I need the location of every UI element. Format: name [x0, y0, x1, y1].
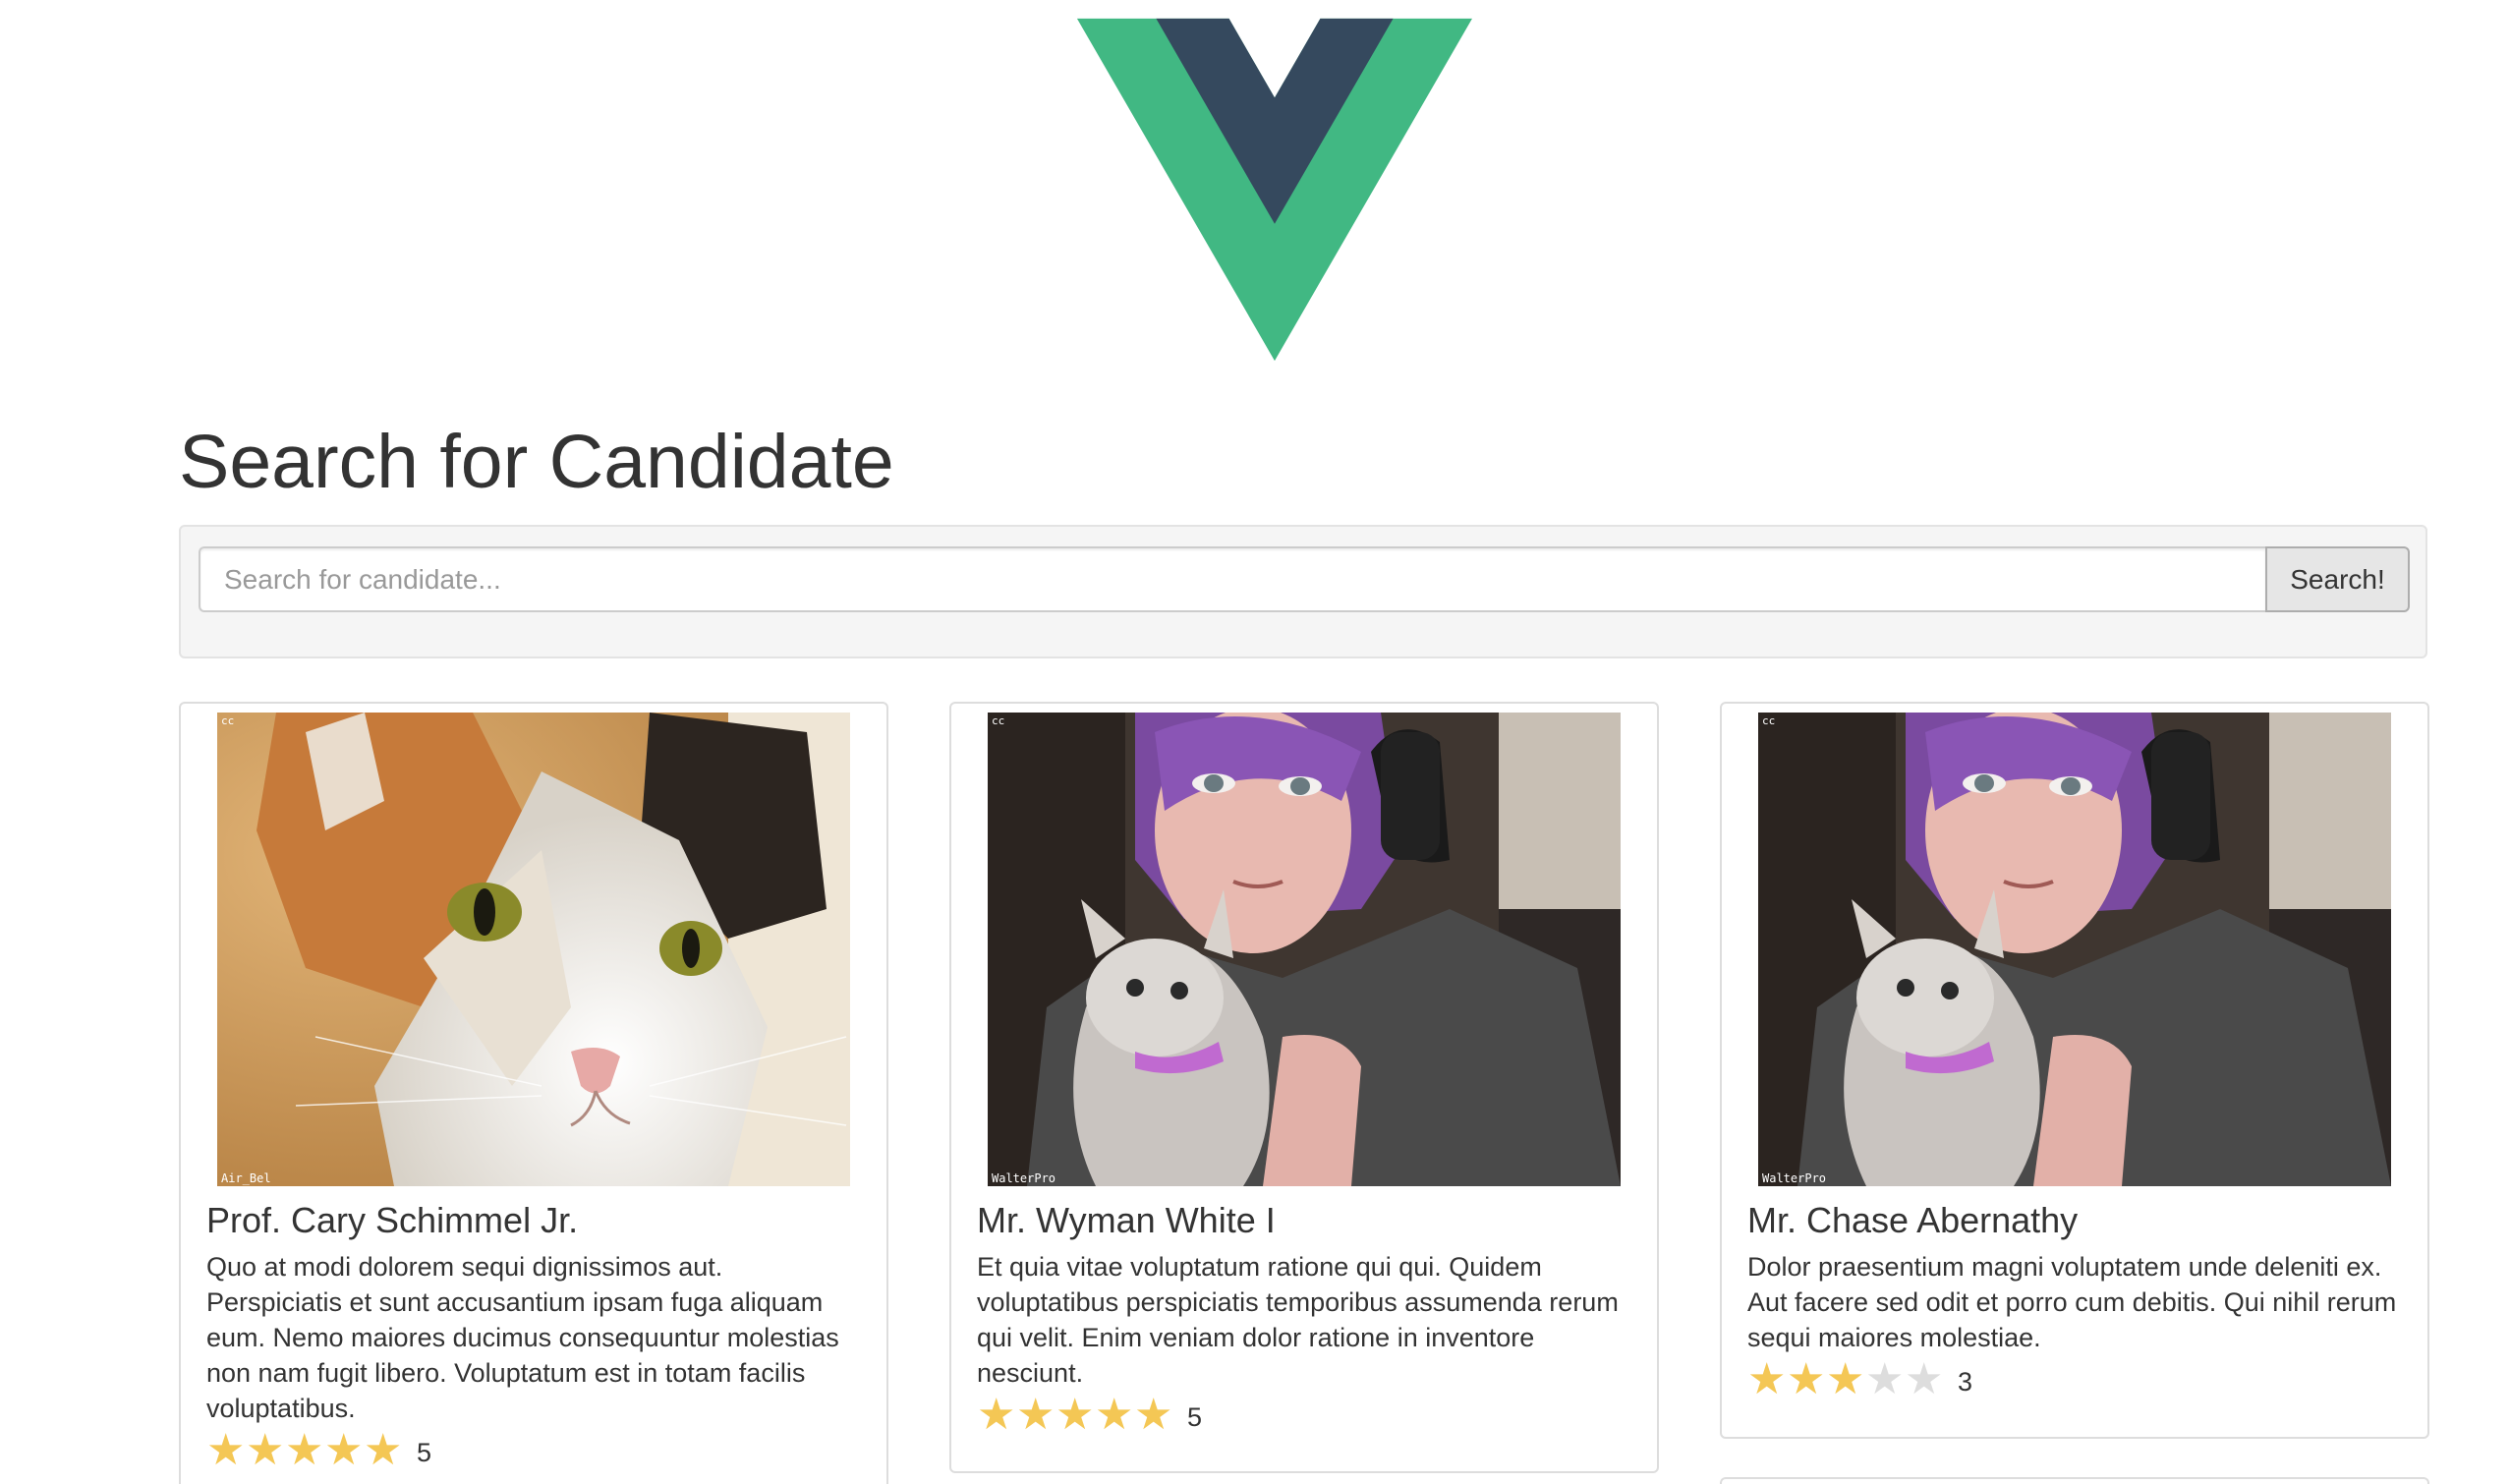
- star-filled-icon: ★: [1747, 1355, 1787, 1403]
- page-title: Search for Candidate: [179, 420, 894, 504]
- star-filled-icon: ★: [977, 1391, 1016, 1439]
- page: Search for Candidate Search!: [0, 0, 2510, 1484]
- star-filled-icon: ★: [1134, 1391, 1173, 1439]
- star-filled-icon: ★: [1055, 1391, 1095, 1439]
- search-button[interactable]: Search!: [2265, 546, 2410, 612]
- rating-count: 3: [1958, 1367, 1973, 1397]
- star-filled-icon: ★: [246, 1426, 285, 1474]
- rating-stars: ★ ★ ★ ★ ★: [206, 1429, 403, 1472]
- person-with-kitten-photo: cc WalterPro: [988, 713, 1621, 1186]
- svg-text:WalterPro: WalterPro: [1762, 1171, 1826, 1185]
- svg-text:cc: cc: [992, 714, 1004, 727]
- person-with-kitten-photo: cc WalterPro: [1758, 713, 2391, 1186]
- rating-stars: ★ ★ ★ ★ ★: [977, 1394, 1173, 1437]
- candidate-description: Et quia vitae voluptatum ratione qui qui…: [977, 1252, 1619, 1388]
- candidate-description: Quo at modi dolorem sequi dignissimos au…: [206, 1252, 839, 1423]
- candidate-card: cc WalterPro Mr. Wyman White I Et quia v…: [949, 702, 1659, 1473]
- candidate-photo: cc WalterPro: [988, 713, 1621, 1186]
- calico-cat-photo: cc Air_Bel: [217, 713, 850, 1186]
- candidate-name[interactable]: Prof. Cary Schimmel Jr.: [206, 1201, 875, 1240]
- star-filled-icon: ★: [206, 1426, 246, 1474]
- star-filled-icon: ★: [324, 1426, 364, 1474]
- svg-text:WalterPro: WalterPro: [992, 1171, 1055, 1185]
- candidate-name[interactable]: Mr. Chase Abernathy: [1747, 1201, 2416, 1240]
- candidate-description: Dolor praesentium magni voluptatem unde …: [1747, 1252, 2397, 1352]
- svg-text:cc: cc: [1762, 714, 1775, 727]
- star-filled-icon: ★: [1016, 1391, 1055, 1439]
- star-empty-icon: ★: [1905, 1355, 1944, 1403]
- rating-count: 5: [1187, 1402, 1203, 1432]
- star-empty-icon: ★: [1865, 1355, 1905, 1403]
- candidate-card: cc WalterPro Mr. Chase Abernathy Dolor p…: [1720, 702, 2429, 1439]
- star-filled-icon: ★: [285, 1426, 324, 1474]
- candidate-rating: ★ ★ ★ ★ ★ 5: [206, 1429, 431, 1472]
- rating-stars: ★ ★ ★ ★ ★: [1747, 1358, 1944, 1401]
- candidate-card-partial: [1720, 1477, 2429, 1484]
- search-panel: Search!: [179, 525, 2427, 658]
- star-filled-icon: ★: [1787, 1355, 1826, 1403]
- star-filled-icon: ★: [1095, 1391, 1134, 1439]
- star-filled-icon: ★: [364, 1426, 403, 1474]
- candidate-photo: cc Air_Bel: [217, 713, 850, 1186]
- candidate-rating: ★ ★ ★ ★ ★ 5: [977, 1394, 1202, 1437]
- candidate-name[interactable]: Mr. Wyman White I: [977, 1201, 1645, 1240]
- star-filled-icon: ★: [1826, 1355, 1865, 1403]
- vue-logo: [1077, 18, 1472, 362]
- candidate-photo: cc WalterPro: [1758, 713, 2391, 1186]
- svg-text:Air_Bel: Air_Bel: [221, 1171, 271, 1185]
- candidate-card: cc Air_Bel Prof. Cary Schimmel Jr. Quo a…: [179, 702, 888, 1484]
- search-input[interactable]: [199, 546, 2265, 612]
- candidate-rating: ★ ★ ★ ★ ★ 3: [1747, 1358, 1972, 1401]
- rating-count: 5: [417, 1438, 432, 1467]
- svg-text:cc: cc: [221, 714, 234, 727]
